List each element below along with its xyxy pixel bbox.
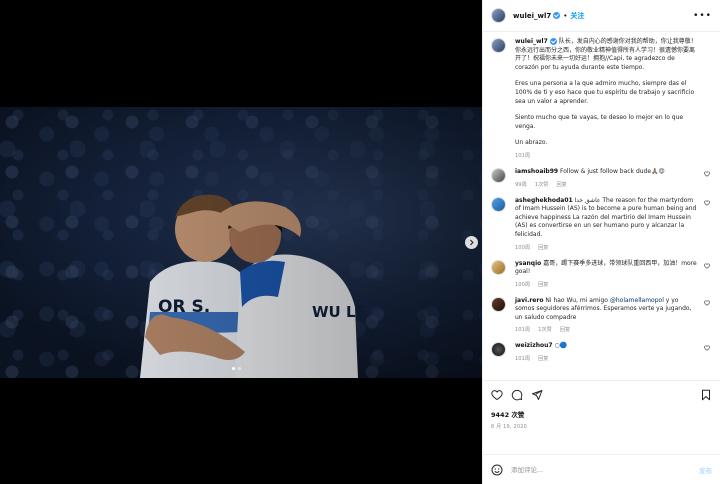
post-photo: OR S. WU LE [0,107,482,378]
post-comment-button[interactable]: 发布 [699,465,712,475]
players-illustration: OR S. WU LE [0,107,482,378]
heart-icon[interactable] [704,300,710,306]
share-icon[interactable] [531,389,543,401]
carousel-indicator [232,367,241,370]
reply-button[interactable]: 回复 [538,281,548,288]
instagram-post-modal: OR S. WU LE wulei_wl7 • 关注 ••• wulei_wl7… [0,0,720,484]
comment-item: ysanqio 嘉哥，踢下赛季多进球，带领球队重回西甲，加油！more goal… [491,259,712,288]
carousel-dot [238,367,241,370]
verified-badge-icon [553,12,561,19]
bookmark-icon[interactable] [700,389,712,401]
commenter-username[interactable]: javi.rero [515,297,543,304]
comment-likes[interactable]: 1次赞 [538,326,552,333]
comment-time[interactable]: 101周 [515,355,530,362]
comment-item: javi.rero Ni hao Wu, mi amigo @holamella… [491,296,712,333]
heart-icon[interactable] [491,389,503,401]
heart-icon[interactable] [704,200,710,206]
reply-button[interactable]: 回复 [560,326,570,333]
author-avatar[interactable] [491,8,506,23]
commenter-username[interactable]: iamshoaib99 [515,168,558,175]
comment-time[interactable]: 100周 [515,244,530,251]
jersey-name-right: WU LE [312,303,366,321]
heart-icon[interactable] [704,171,710,177]
jersey-name-left: OR S. [158,297,210,317]
commenter-avatar[interactable] [491,196,506,212]
post-date[interactable]: 8 月 19, 2020 [491,423,712,430]
post-sidebar: wulei_wl7 • 关注 ••• wulei_wl7 队长，发自内心的感谢你… [482,0,720,484]
comment-input[interactable] [511,465,699,474]
comment-text: Ni hao Wu, mi amigo [545,296,610,304]
heart-icon[interactable] [704,263,710,269]
commenter-username[interactable]: asheghekhoda01 [515,197,573,204]
next-image-button[interactable] [465,236,478,249]
author-avatar[interactable] [491,38,506,53]
comment-text: ○🔵 [554,342,568,350]
follow-button[interactable]: 关注 [570,11,584,21]
comment-mention[interactable]: @holamellamopol [610,297,664,304]
post-actions: 9442 次赞 8 月 19, 2020 [483,380,720,454]
carousel-dot-active [232,367,235,370]
reply-button[interactable]: 回复 [538,355,548,362]
caption: wulei_wl7 队长，发自内心的感谢你对我的帮助，你让我尊敬！你永远行出而分… [491,38,712,159]
comment-time[interactable]: 101周 [515,326,530,333]
commenter-avatar[interactable] [491,296,506,312]
commenter-username[interactable]: ysanqio [515,260,541,267]
verified-badge-icon [549,38,557,45]
comment-time[interactable]: 99周 [515,181,527,188]
commenter-avatar[interactable] [491,342,506,358]
caption-text-4: Un abrazo. [515,139,548,147]
comment-item: asheghekhoda01 عاشق خدا The reason for t… [491,196,712,251]
author-username[interactable]: wulei_wl7 [513,12,551,20]
post-media: OR S. WU LE [0,0,482,484]
heart-icon[interactable] [704,345,710,352]
comment-text: 嘉哥，踢下赛季多进球，带领球队重回西甲，加油！more goal! [515,259,697,276]
caption-username[interactable]: wulei_wl7 [515,38,548,45]
comment-text: Follow & just follow back dude🙏🏽😍 [560,167,665,175]
emoji-icon[interactable] [491,464,503,476]
caption-text-2: Eres una persona a la que admiro mucho, … [515,80,695,105]
more-options-icon[interactable]: ••• [693,11,712,21]
comment-icon[interactable] [511,389,523,401]
separator-dot: • [563,11,568,20]
add-comment-bar: 发布 [483,454,720,484]
comments-list: wulei_wl7 队长，发自内心的感谢你对我的帮助，你让我尊敬！你永远行出而分… [483,32,720,380]
reply-button[interactable]: 回复 [556,181,566,188]
comment-item: weizizhou7 ○🔵 101周 回复 [491,342,712,362]
comment-likes[interactable]: 1次赞 [535,181,549,188]
commenter-avatar[interactable] [491,167,506,183]
like-count[interactable]: 9442 次赞 [491,409,712,419]
reply-button[interactable]: 回复 [538,244,548,251]
commenter-username[interactable]: weizizhou7 [515,342,553,349]
chevron-right-icon [470,239,474,246]
caption-time[interactable]: 101周 [515,152,530,159]
comment-item: iamshoaib99 Follow & just follow back du… [491,167,712,188]
caption-text-3: Siento mucho que te vayas, te deseo lo m… [515,114,684,130]
post-header: wulei_wl7 • 关注 ••• [483,0,720,32]
commenter-avatar[interactable] [491,259,506,275]
comment-time[interactable]: 100周 [515,281,530,288]
